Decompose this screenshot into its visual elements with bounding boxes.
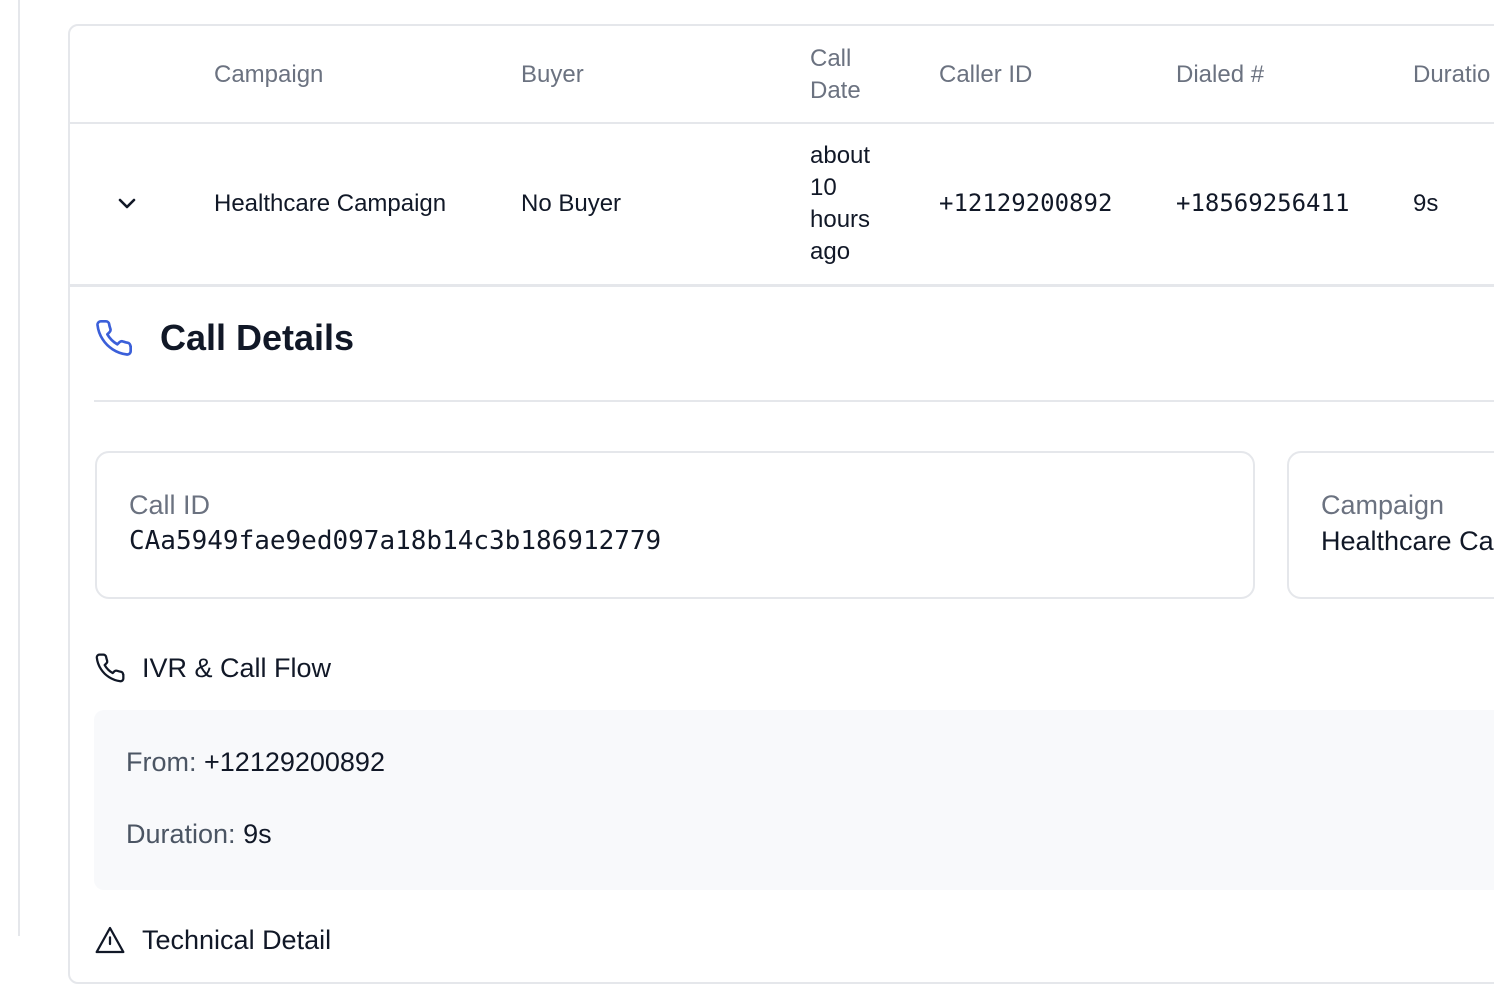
technical-section-title: Technical Detail	[142, 924, 332, 955]
duration-value: 9s	[243, 819, 272, 849]
header-campaign[interactable]: Campaign	[214, 59, 323, 91]
cell-call-date-line: 10	[810, 174, 837, 201]
technical-section-header: Technical Detail	[94, 922, 331, 958]
cell-buyer: No Buyer	[521, 190, 622, 217]
call-id-card: Call ID CAa5949fae9ed097a18b14c3b1869127…	[95, 451, 1255, 599]
call-id-label: Call ID	[129, 490, 211, 520]
table-header: Campaign Buyer Call Date Caller ID Diale…	[70, 26, 1494, 124]
call-id-value: CAa5949fae9ed097a18b14c3b186912779	[129, 526, 662, 556]
warning-icon	[95, 926, 125, 954]
header-buyer[interactable]: Buyer	[521, 59, 584, 91]
cell-dialed: +18569256411	[1176, 189, 1350, 217]
cell-duration: 9s	[1413, 190, 1439, 217]
cell-call-date-line: about	[810, 142, 871, 169]
header-caller-id[interactable]: Caller ID	[939, 59, 1032, 91]
header-dialed[interactable]: Dialed #	[1176, 59, 1264, 91]
phone-icon	[95, 653, 125, 683]
call-flow-panel: From: +12129200892 Duration: 9s	[94, 710, 1494, 890]
cell-campaign: Healthcare Campaign	[214, 190, 447, 217]
expand-row-button[interactable]	[110, 186, 144, 220]
from-value: +12129200892	[204, 747, 385, 777]
campaign-value: Healthcare Ca	[1321, 526, 1494, 556]
header-call-date[interactable]: Call Date	[810, 43, 861, 107]
table-row[interactable]: Healthcare Campaign No Buyer about 10 ho…	[70, 124, 1494, 287]
header-call-date-line2: Date	[810, 77, 861, 104]
cell-call-date: about 10 hours ago	[810, 140, 870, 268]
chevron-down-icon	[118, 198, 136, 209]
cell-caller-id: +12129200892	[939, 189, 1113, 217]
header-call-date-line1: Call	[810, 45, 852, 72]
ivr-section-title: IVR & Call Flow	[142, 652, 332, 683]
duration-line: Duration: 9s	[126, 816, 1494, 852]
from-label: From:	[126, 747, 197, 777]
call-details-title: Call Details	[160, 317, 355, 358]
phone-icon	[96, 319, 133, 356]
section-divider	[94, 400, 1494, 402]
left-rail	[0, 0, 20, 936]
cell-call-date-line: hours	[810, 206, 871, 233]
header-duration[interactable]: Duratio	[1413, 59, 1490, 91]
call-details-header: Call Details	[94, 317, 355, 358]
cell-call-date-line: ago	[810, 238, 851, 265]
from-line: From: +12129200892	[126, 744, 1494, 780]
campaign-card: Campaign Healthcare Ca	[1287, 451, 1494, 599]
campaign-label: Campaign	[1321, 490, 1445, 520]
calls-table-card: Campaign Buyer Call Date Caller ID Diale…	[68, 24, 1494, 984]
duration-label: Duration:	[126, 819, 236, 849]
ivr-section-header: IVR & Call Flow	[94, 650, 331, 686]
